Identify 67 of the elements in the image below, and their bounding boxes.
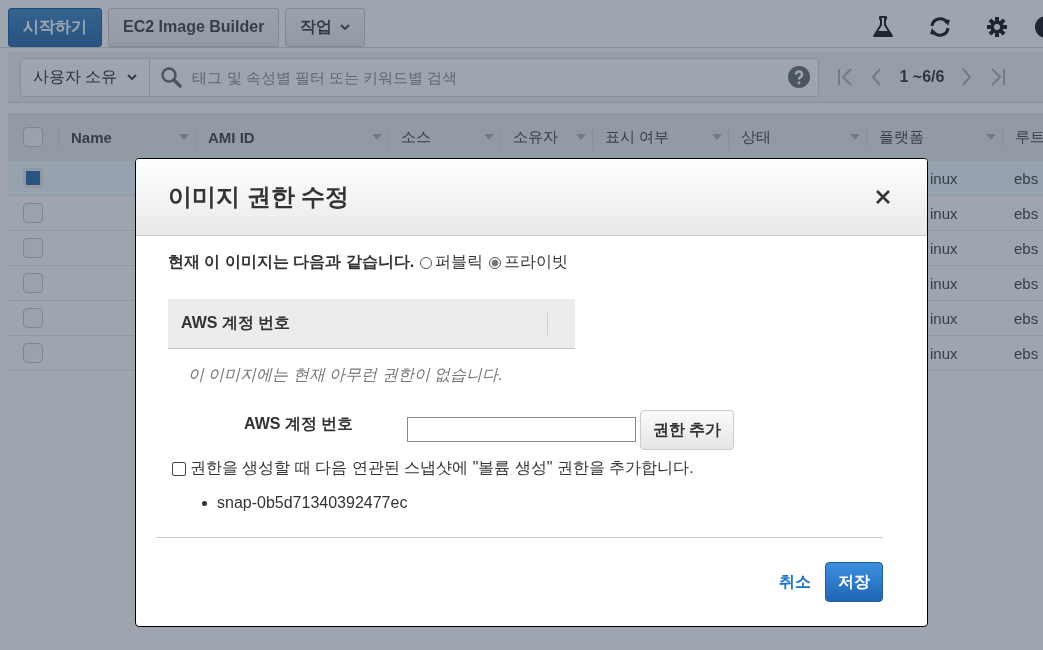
toolbar-button[interactable]: 작업	[285, 7, 366, 47]
row-checkbox[interactable]	[23, 203, 43, 223]
table-cell: inux	[930, 239, 958, 257]
table-cell: inux	[930, 169, 958, 187]
column-header[interactable]: 소스	[388, 126, 500, 148]
row-checkbox[interactable]	[23, 273, 43, 293]
toolbar-button[interactable]: 시작하기	[8, 7, 102, 47]
column-header: AWS 계정 번호	[181, 313, 291, 333]
table-cell: ebs	[1014, 204, 1039, 222]
table-cell: inux	[930, 309, 958, 327]
row-checkbox[interactable]	[23, 168, 43, 188]
flask-icon[interactable]	[873, 16, 893, 38]
row-checkbox[interactable]	[23, 308, 43, 328]
add-permission-button[interactable]: 권한 추가	[640, 410, 735, 450]
column-header[interactable]: AMI ID	[195, 126, 388, 148]
bullet-icon	[202, 500, 207, 506]
table-cell: inux	[930, 344, 958, 362]
page-range: 1 ~6/6	[899, 68, 945, 86]
toolbar-button[interactable]: EC2 Image Builder	[108, 7, 280, 47]
help-icon[interactable]	[788, 66, 811, 88]
visibility-label: 현재 이 이미지는 다음과 같습니다.	[168, 252, 415, 272]
search-field[interactable]: 태그 및 속성별 필터 또는 키워드별 검색	[150, 57, 820, 97]
previous-page-icon[interactable]	[871, 67, 882, 87]
sort-icon[interactable]	[712, 134, 722, 140]
snapshot-id: snap-0b5d71340392477ec	[217, 494, 408, 512]
column-header[interactable]: 소유자	[500, 126, 592, 148]
sort-icon[interactable]	[576, 134, 586, 140]
dialog-title: 이미지 권한 수정	[168, 182, 350, 212]
column-header[interactable]: 플랫폼	[866, 126, 1002, 148]
create-volume-checkbox[interactable]: 권한을 생성할 때 다음 연관된 스냅샷에 "볼륨 생성" 권한을 추가합니다.	[172, 458, 927, 479]
visibility-radio[interactable]: 퍼블릭	[420, 252, 484, 273]
table-cell: ebs	[1014, 344, 1039, 362]
refresh-icon[interactable]	[927, 16, 953, 38]
save-button[interactable]: 저장	[825, 562, 883, 602]
column-header[interactable]: 루트	[1002, 126, 1043, 148]
sort-icon[interactable]	[484, 134, 494, 140]
row-checkbox[interactable]	[23, 238, 43, 258]
empty-message: 이 이미지에는 현재 아무런 권한이 없습니다.	[188, 365, 504, 385]
table-cell: ebs	[1014, 309, 1039, 327]
caret-icon	[340, 24, 351, 30]
first-page-icon[interactable]	[837, 67, 854, 87]
next-page-icon[interactable]	[962, 67, 973, 87]
column-header[interactable]: Name	[58, 126, 195, 148]
row-checkbox[interactable]	[23, 343, 43, 363]
settings-icon[interactable]	[987, 17, 1007, 37]
search-input[interactable]: 태그 및 속성별 필터 또는 키워드별 검색	[190, 67, 781, 87]
sort-icon[interactable]	[179, 134, 189, 140]
table-cell: ebs	[1014, 239, 1039, 257]
caret-icon	[127, 74, 138, 80]
table-cell: inux	[930, 204, 958, 222]
cancel-link[interactable]: 취소	[779, 571, 811, 593]
account-field[interactable]	[407, 417, 636, 442]
visibility-radio[interactable]: 프라이빗	[489, 252, 569, 273]
sort-icon[interactable]	[372, 134, 382, 140]
sort-icon[interactable]	[850, 134, 860, 140]
select-all-checkbox[interactable]	[23, 127, 43, 147]
table-cell: ebs	[1014, 274, 1039, 292]
table-cell: ebs	[1014, 169, 1039, 187]
owner-dropdown[interactable]: 사용자 소유	[20, 57, 151, 97]
last-page-icon[interactable]	[990, 67, 1007, 87]
field-label: AWS 계정 번호	[243, 414, 355, 434]
column-header[interactable]: 표시 여부	[592, 126, 728, 148]
column-header[interactable]: 상태	[728, 126, 866, 148]
table-cell: inux	[930, 274, 958, 292]
sort-icon[interactable]	[986, 134, 996, 140]
search-icon	[160, 66, 183, 88]
close-icon[interactable]	[875, 189, 891, 205]
